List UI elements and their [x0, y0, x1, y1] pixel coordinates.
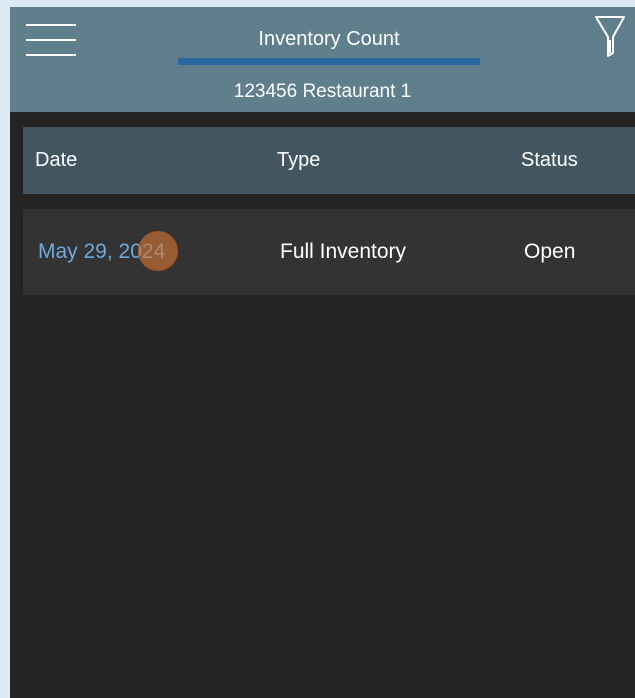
filter-button[interactable]	[594, 13, 626, 61]
store-name: 123456 Restaurant 1	[233, 81, 412, 102]
row-type: Full Inventory	[280, 240, 407, 263]
app-window: Inventory Count 123456 Restaurant 1 Date…	[10, 7, 635, 698]
row-status: Open	[524, 240, 576, 263]
hamburger-menu-icon	[26, 24, 76, 26]
hamburger-menu-icon	[26, 39, 76, 41]
hamburger-menu-icon	[26, 54, 76, 56]
filter-funnel-icon	[595, 16, 625, 57]
active-tab-indicator	[178, 58, 480, 65]
click-indicator	[138, 231, 178, 271]
column-header-status[interactable]: Status	[521, 127, 578, 194]
table-header: Date Type Status	[23, 127, 635, 194]
column-header-date[interactable]: Date	[35, 127, 77, 194]
menu-button[interactable]	[26, 20, 76, 62]
header-bar: Inventory Count 123456 Restaurant 1	[10, 7, 635, 112]
tab-inventory-count[interactable]: Inventory Count	[178, 21, 480, 65]
column-header-type[interactable]: Type	[277, 127, 320, 194]
table-row[interactable]: May 29, 2024 Full Inventory Open	[23, 209, 635, 295]
page-title: Inventory Count	[258, 28, 400, 50]
